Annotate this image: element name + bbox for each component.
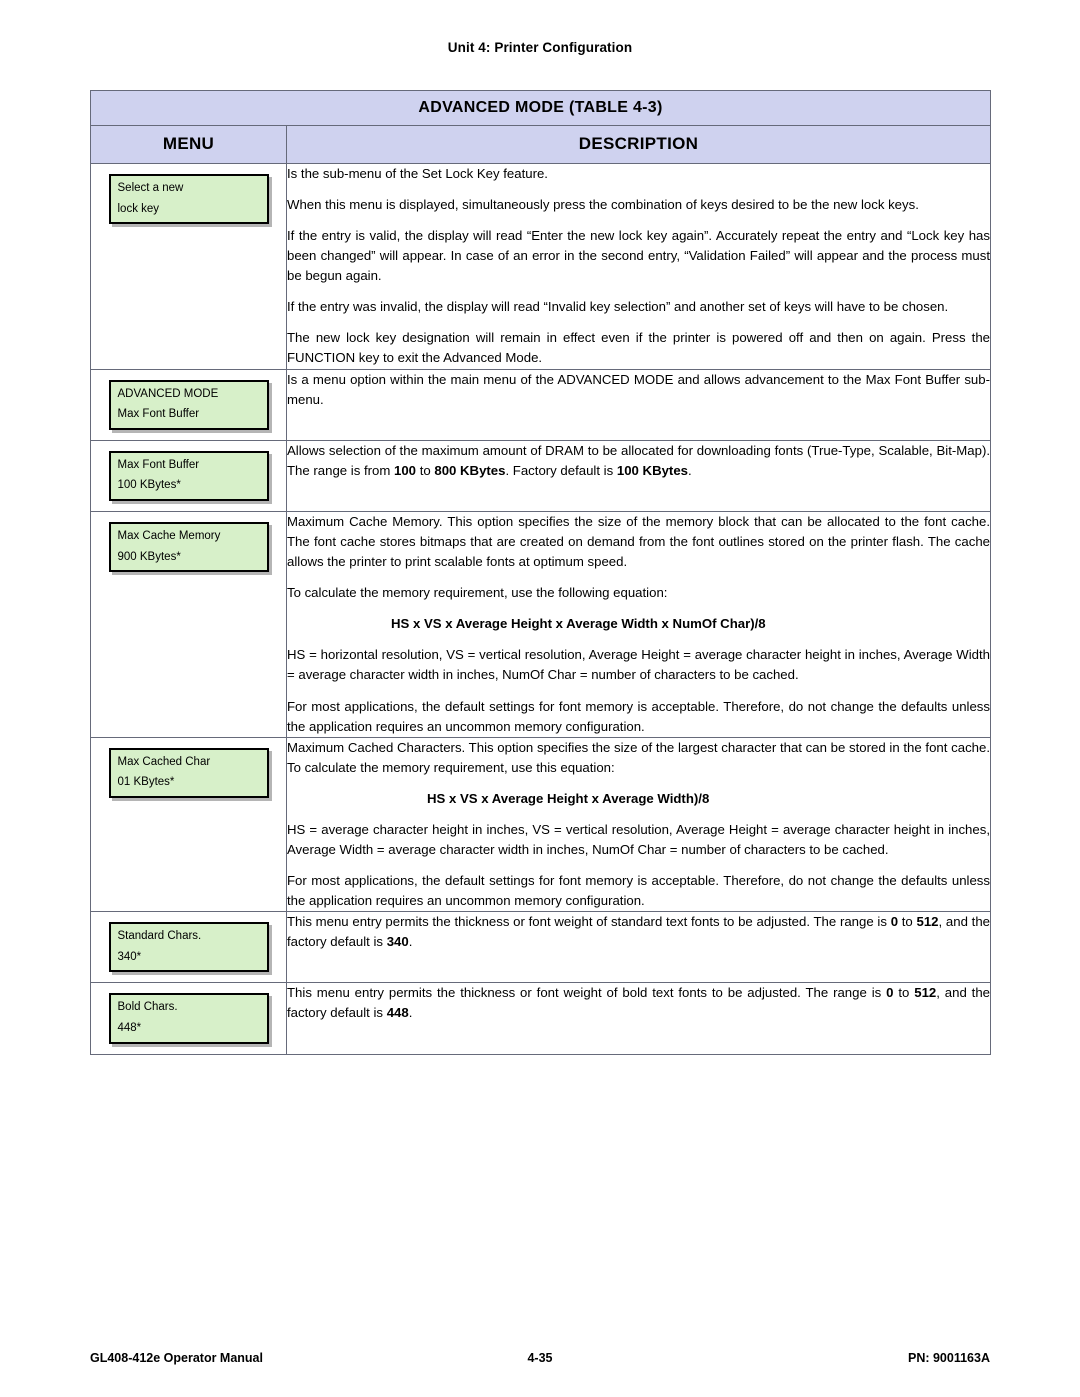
- table-title: ADVANCED MODE (TABLE 4-3): [90, 90, 991, 126]
- document-page: Unit 4: Printer Configuration ADVANCED M…: [0, 0, 1080, 1397]
- description-paragraph: Is the sub-menu of the Set Lock Key feat…: [287, 166, 548, 181]
- lcd-line-2: lock key: [117, 202, 160, 215]
- description-paragraph: This menu entry permits the thickness or…: [287, 985, 991, 1021]
- menu-cell: Bold Chars. 448*: [90, 982, 287, 1055]
- description-cell: This menu entry permits the thickness or…: [286, 911, 991, 984]
- description-paragraph: HS = average character height in inches,…: [287, 821, 990, 857]
- description-paragraph: When this menu is displayed, simultaneou…: [287, 197, 919, 213]
- lcd-line-2: Max Font Buffer: [117, 408, 200, 421]
- description-cell: Maximum Cached Characters. This option s…: [286, 736, 991, 913]
- footer-part-number: PN: 9001163A: [907, 1351, 990, 1365]
- description-paragraph: Maximum Cached Characters. This option s…: [287, 739, 990, 775]
- description-paragraph: If the entry is valid, the display will …: [287, 228, 990, 284]
- description-paragraph: Allows selection of the maximum amount o…: [287, 442, 990, 478]
- lcd-line-1: ADVANCED MODE: [117, 387, 219, 400]
- description-cell: Allows selection of the maximum amount o…: [286, 439, 991, 513]
- description-cell: Maximum Cache Memory. This option specif…: [286, 511, 991, 738]
- lcd-display: Max Font Buffer 100 KBytes*: [108, 450, 269, 502]
- description-paragraph: If the entry was invalid, the display wi…: [287, 299, 949, 315]
- lcd-display: Select a new lock key: [108, 174, 269, 225]
- table-title-row: ADVANCED MODE (TABLE 4-3): [90, 90, 991, 126]
- description-paragraph: For most applications, the default setti…: [287, 872, 990, 908]
- description-cell: Is a menu option within the main menu of…: [286, 368, 991, 441]
- column-header-description: DESCRIPTION: [286, 125, 991, 164]
- footer-page-number: 4-35: [527, 1351, 553, 1365]
- menu-cell: Max Cached Char 01 KBytes*: [90, 736, 287, 913]
- lcd-line-2: 340*: [117, 950, 142, 963]
- memory-equation: HS x VS x Average Height x Average Width…: [391, 616, 766, 632]
- description-cell: This menu entry permits the thickness or…: [286, 982, 991, 1055]
- lcd-line-1: Select a new: [117, 182, 184, 194]
- lcd-display: Max Cached Char 01 KBytes*: [108, 747, 269, 798]
- advanced-mode-table: ADVANCED MODE (TABLE 4-3) MENU DESCRIPTI…: [90, 90, 991, 1055]
- lcd-display: Standard Chars. 340*: [108, 922, 269, 973]
- menu-cell: ADVANCED MODE Max Font Buffer: [90, 368, 287, 441]
- table-header-row: MENU DESCRIPTION: [90, 125, 991, 164]
- table-row: Max Cache Memory 900 KBytes* Maximum Cac…: [90, 511, 991, 738]
- table-row: ADVANCED MODE Max Font Buffer Is a menu …: [90, 368, 991, 441]
- memory-equation: HS x VS x Average Height x Average Width…: [427, 790, 710, 806]
- description-cell: Is the sub-menu of the Set Lock Key feat…: [286, 163, 991, 370]
- description-paragraph: HS = horizontal resolution, VS = vertica…: [287, 647, 990, 683]
- lcd-line-1: Max Cache Memory: [117, 530, 221, 543]
- lcd-line-2: 448*: [117, 1021, 142, 1034]
- table-row: Standard Chars. 340* This menu entry per…: [90, 911, 991, 984]
- lcd-line-2: 100 KBytes*: [117, 479, 181, 492]
- description-paragraph: Is a menu option within the main menu of…: [287, 371, 990, 407]
- table-row: Max Font Buffer 100 KBytes* Allows selec…: [90, 439, 991, 513]
- description-paragraph: For most applications, the default setti…: [287, 698, 990, 734]
- lcd-line-1: Standard Chars.: [117, 930, 202, 943]
- menu-cell: Max Cache Memory 900 KBytes*: [90, 511, 287, 738]
- menu-cell: Max Font Buffer 100 KBytes*: [90, 439, 287, 513]
- page-header: Unit 4: Printer Configuration: [447, 40, 633, 55]
- lcd-line-1: Bold Chars.: [117, 1001, 178, 1014]
- description-paragraph: This menu entry permits the thickness or…: [287, 914, 991, 950]
- menu-cell: Standard Chars. 340*: [90, 911, 287, 984]
- lcd-display: ADVANCED MODE Max Font Buffer: [108, 379, 269, 430]
- column-header-menu: MENU: [90, 125, 287, 164]
- lcd-display: Bold Chars. 448*: [108, 993, 269, 1044]
- table-row: Select a new lock key Is the sub-menu of…: [90, 163, 991, 370]
- lcd-line-1: Max Font Buffer: [117, 458, 200, 471]
- description-paragraph: Maximum Cache Memory. This option specif…: [287, 514, 990, 570]
- table-row: Max Cached Char 01 KBytes* Maximum Cache…: [90, 736, 991, 913]
- table-row: Bold Chars. 448* This menu entry permits…: [90, 982, 991, 1055]
- lcd-line-2: 900 KBytes*: [117, 550, 181, 563]
- lcd-line-1: Max Cached Char: [117, 755, 211, 768]
- description-paragraph: To calculate the memory requirement, use…: [287, 585, 668, 601]
- lcd-line-2: 01 KBytes*: [117, 776, 175, 789]
- description-paragraph: The new lock key designation will remain…: [287, 330, 990, 366]
- menu-cell: Select a new lock key: [90, 163, 287, 370]
- lcd-display: Max Cache Memory 900 KBytes*: [108, 522, 269, 573]
